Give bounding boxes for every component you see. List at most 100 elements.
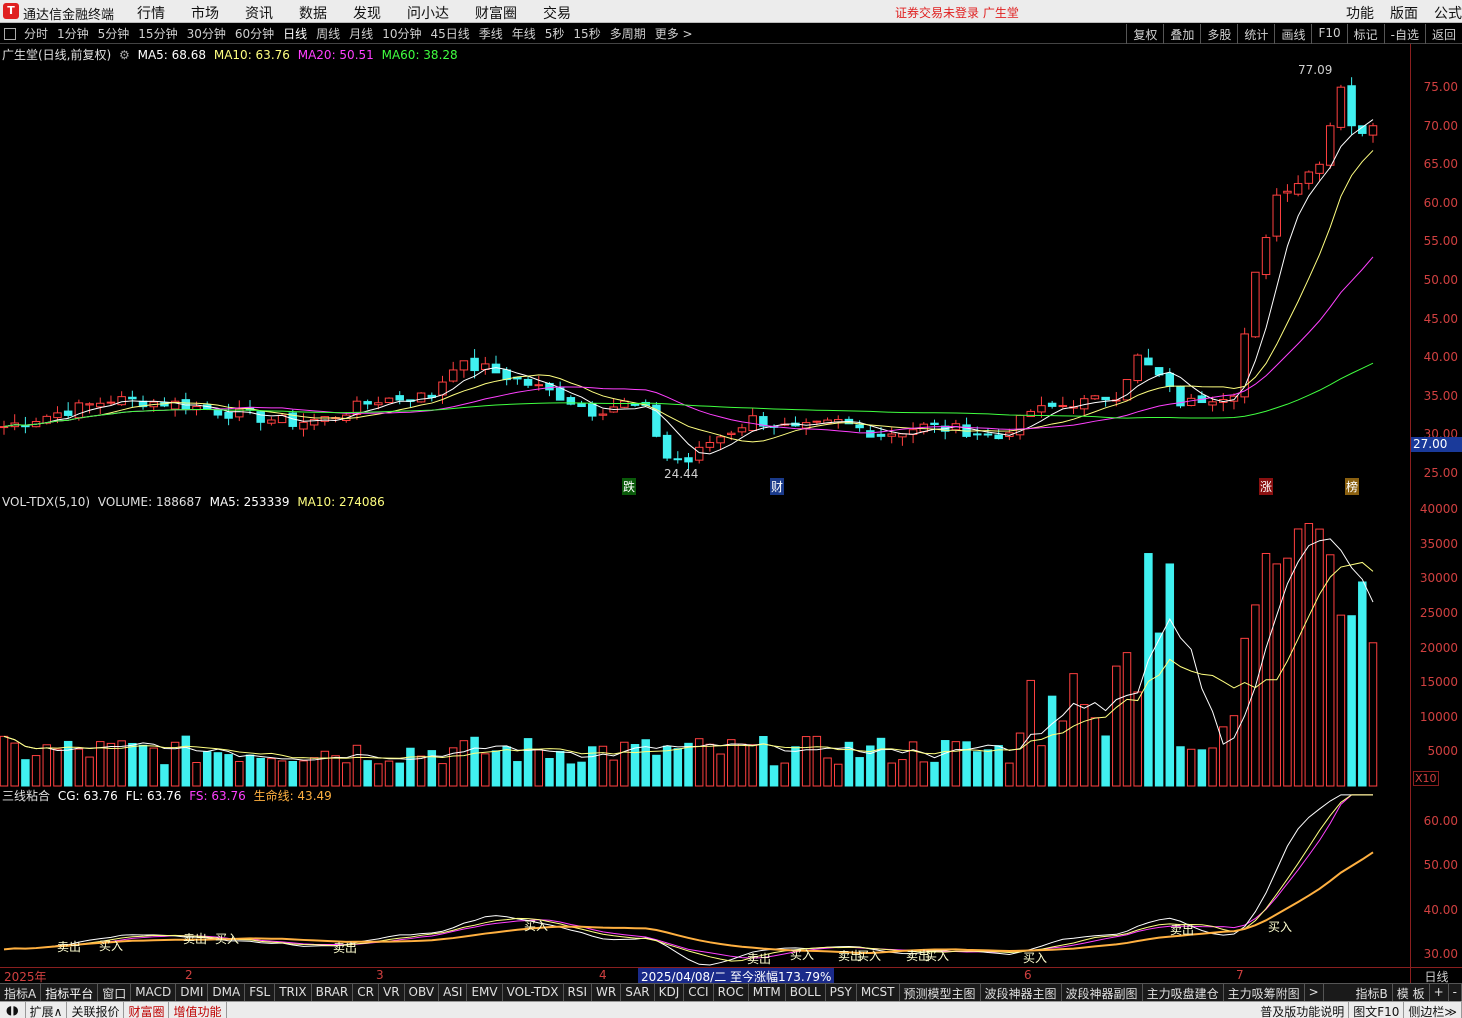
- candle[interactable]: [53, 412, 62, 419]
- indicator-tab[interactable]: CCI: [684, 984, 714, 1001]
- candle[interactable]: [1283, 190, 1292, 194]
- candle[interactable]: [555, 387, 565, 401]
- candle[interactable]: [224, 411, 233, 419]
- candle[interactable]: [1304, 171, 1314, 184]
- indicator-tab[interactable]: MACD: [131, 984, 177, 1001]
- indicator-tab[interactable]: OBV: [405, 984, 440, 1001]
- candle[interactable]: [0, 426, 9, 429]
- candle[interactable]: [213, 409, 223, 416]
- candle[interactable]: [1133, 354, 1142, 382]
- indicator-right-tab[interactable]: 指标B: [1352, 984, 1393, 1002]
- candle[interactable]: [1251, 271, 1260, 338]
- indicator-tab[interactable]: 窗口: [98, 984, 132, 1001]
- candle[interactable]: [1315, 163, 1324, 174]
- indicator-tab[interactable]: BRAR: [312, 984, 354, 1001]
- candle[interactable]: [1186, 397, 1196, 406]
- candle[interactable]: [983, 433, 993, 436]
- candle[interactable]: [534, 384, 544, 387]
- indicator-tab[interactable]: VR: [379, 984, 405, 1001]
- candle[interactable]: [1037, 405, 1046, 413]
- toolbar-button[interactable]: 返回: [1424, 24, 1462, 44]
- candle[interactable]: [63, 410, 73, 416]
- candle[interactable]: [587, 402, 597, 417]
- toggle-icon[interactable]: ◖◗: [0, 1002, 26, 1018]
- candle[interactable]: [994, 434, 1003, 440]
- candle[interactable]: [416, 392, 426, 403]
- candle[interactable]: [448, 369, 458, 382]
- candle[interactable]: [1272, 194, 1281, 237]
- candle[interactable]: [1047, 402, 1057, 407]
- candle[interactable]: [299, 421, 308, 430]
- indicator-tab[interactable]: DMA: [208, 984, 246, 1001]
- marker-fall[interactable]: 跌: [622, 478, 637, 495]
- candle[interactable]: [876, 433, 886, 437]
- candle[interactable]: [395, 395, 404, 401]
- candle[interactable]: [1261, 237, 1271, 276]
- candle[interactable]: [1144, 357, 1153, 366]
- indicator-tab[interactable]: TRIX: [275, 984, 312, 1001]
- indicator-tab[interactable]: RSI: [564, 984, 593, 1001]
- indicator-tab[interactable]: SAR: [621, 984, 655, 1001]
- candle[interactable]: [866, 430, 875, 438]
- status-f10[interactable]: 图文F10: [1349, 1002, 1405, 1018]
- indicator-tab[interactable]: 波段神器副图: [1062, 984, 1143, 1001]
- candle[interactable]: [684, 457, 693, 463]
- indicator-tab[interactable]: FSL: [245, 984, 276, 1001]
- candle[interactable]: [673, 458, 683, 461]
- candle[interactable]: [694, 446, 704, 461]
- marker-rise[interactable]: 涨: [1259, 478, 1274, 495]
- candle[interactable]: [459, 360, 469, 371]
- candle[interactable]: [21, 425, 30, 428]
- candle[interactable]: [1325, 125, 1335, 166]
- status-help[interactable]: 普及版功能说明: [1256, 1002, 1350, 1018]
- candle[interactable]: [363, 401, 372, 405]
- indicator-tab[interactable]: 预测模型主图: [900, 984, 981, 1001]
- indicator-tab[interactable]: WR: [592, 984, 622, 1001]
- candle[interactable]: [705, 441, 715, 448]
- status-wealth[interactable]: 财富圈: [124, 1002, 170, 1018]
- candle[interactable]: [267, 419, 276, 424]
- indicator-tab[interactable]: MCST: [857, 984, 900, 1001]
- candle[interactable]: [662, 434, 672, 459]
- candle[interactable]: [1208, 401, 1217, 406]
- indicator-tab[interactable]: KDJ: [655, 984, 685, 1001]
- candle[interactable]: [727, 432, 736, 435]
- candle[interactable]: [1165, 372, 1175, 387]
- candle[interactable]: [470, 357, 479, 372]
- status-related-quotes[interactable]: 关联报价: [67, 1002, 125, 1018]
- indicator-tab[interactable]: 指标A: [0, 984, 42, 1001]
- indicator-tab[interactable]: MTM: [749, 984, 786, 1001]
- indicator-tab[interactable]: DMI: [176, 984, 209, 1001]
- candle[interactable]: [96, 402, 105, 408]
- indicator-tab[interactable]: ROC: [714, 984, 749, 1001]
- candle[interactable]: [577, 403, 586, 408]
- candle[interactable]: [930, 422, 939, 425]
- candle[interactable]: [855, 424, 864, 429]
- candle[interactable]: [1347, 85, 1356, 127]
- indicator-tab[interactable]: 波段神器主图: [981, 984, 1062, 1001]
- indicator-tab[interactable]: 主力吸盘建仓: [1143, 984, 1224, 1001]
- candle[interactable]: [620, 400, 629, 408]
- status-expand[interactable]: 扩展∧: [26, 1002, 68, 1018]
- candle[interactable]: [117, 396, 126, 406]
- indicator-tab[interactable]: 主力吸筹附图: [1224, 984, 1305, 1001]
- indicator-tab[interactable]: CR: [353, 984, 379, 1001]
- status-value-added[interactable]: 增值功能: [169, 1002, 227, 1018]
- indicator-right-tab[interactable]: 模 板: [1393, 984, 1430, 1002]
- candle[interactable]: [812, 420, 822, 423]
- indicator-tab[interactable]: ASI: [439, 984, 468, 1001]
- candle[interactable]: [1336, 86, 1346, 128]
- candle[interactable]: [256, 411, 265, 423]
- candle[interactable]: [1293, 183, 1303, 195]
- indicator-tab[interactable]: EMV: [467, 984, 503, 1001]
- indicator-tab[interactable]: VOL-TDX: [503, 984, 564, 1001]
- candle[interactable]: [973, 433, 982, 436]
- indicator-tab[interactable]: >: [1305, 984, 1324, 1001]
- candle[interactable]: [1090, 395, 1100, 400]
- candle[interactable]: [598, 413, 608, 416]
- status-sidebar[interactable]: 侧边栏≫: [1404, 1002, 1462, 1018]
- candle[interactable]: [737, 427, 747, 433]
- candle[interactable]: [716, 436, 725, 444]
- indicator-tab[interactable]: PSY: [826, 984, 857, 1001]
- chart-canvas[interactable]: [0, 0, 1410, 967]
